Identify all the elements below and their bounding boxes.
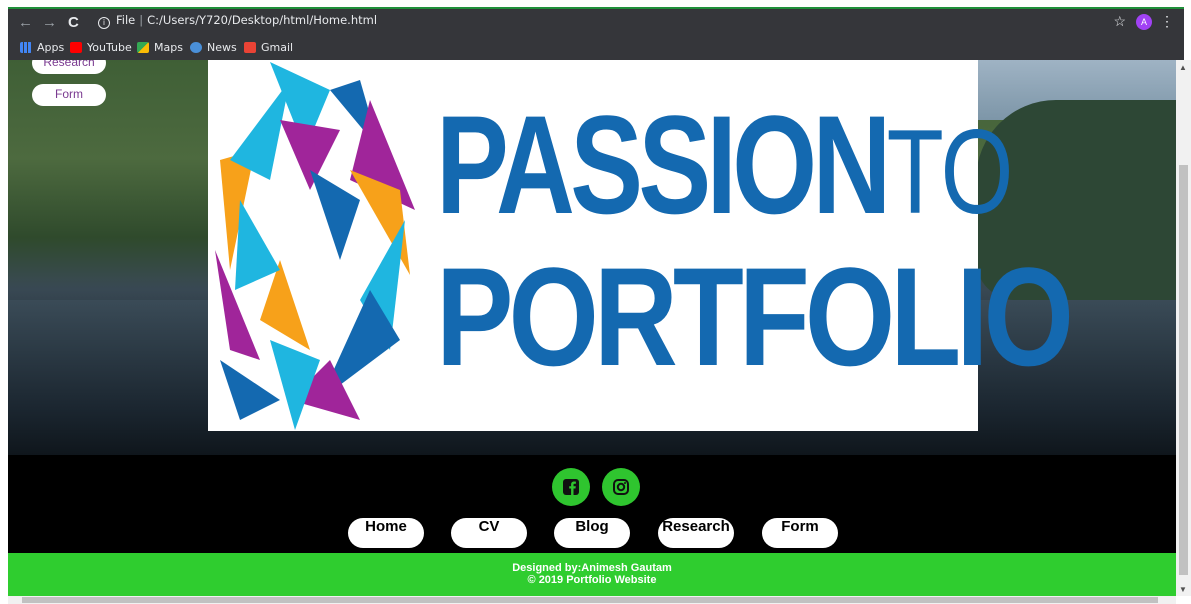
side-form-button[interactable]: Form [32,84,106,106]
bookmark-news[interactable]: News [190,41,237,54]
logo-to: TO [886,105,1014,239]
address-bar[interactable]: i File | C:/Users/Y720/Desktop/html/Home.ht… [98,13,377,29]
back-icon[interactable]: ← [18,14,33,31]
footer-nav-blog[interactable]: Blog [554,518,630,548]
bookmark-label: YouTube [87,41,132,54]
logo-banner: PASSIONTO PORTFOLIO [208,60,1074,431]
url-prefix: File [116,13,136,27]
footer-nav-cv[interactable]: CV [451,518,527,548]
vertical-scroll-thumb[interactable] [1179,165,1188,575]
footer-nav-section: Home CV Blog Research Form [8,455,1176,553]
vertical-scrollbar[interactable]: ▲ ▼ [1176,60,1191,596]
reload-icon[interactable]: C [68,14,79,31]
bookmark-youtube[interactable]: YouTube [70,41,132,54]
profile-avatar[interactable]: A [1136,14,1152,30]
instagram-button[interactable] [602,468,640,506]
news-icon [190,42,202,53]
designed-by-text: Designed by:Animesh Gautam [512,562,672,574]
hero-background: Research Form PASSIONTO PORTFOLIO [8,60,1176,455]
forward-icon[interactable]: → [42,14,57,31]
footer-credits: Designed by:Animesh Gautam © 2019 Portfo… [8,553,1176,596]
gmail-icon [244,42,256,53]
apps-grid-icon [20,42,32,53]
url-text: C:/Users/Y720/Desktop/html/Home.html [147,13,378,27]
maps-icon [137,42,149,53]
side-research-button[interactable]: Research [32,60,106,74]
bookmark-maps[interactable]: Maps [137,41,183,54]
logo-wordmark: PASSIONTO PORTFOLIO [436,90,1176,387]
bookmark-label: News [207,41,237,54]
page-viewport: Research Form PASSIONTO PORTFOLIO Home C… [8,60,1176,596]
footer-nav-research[interactable]: Research [658,518,734,548]
more-menu-icon[interactable]: ⋮ [1160,13,1174,30]
youtube-icon [70,42,82,53]
star-emblem-icon [215,62,415,430]
bookmark-star-icon[interactable]: ☆ [1113,13,1126,30]
logo-line-1: PASSIONTO [436,90,1031,247]
bookmark-gmail[interactable]: Gmail [244,41,293,54]
facebook-icon [563,479,579,495]
bookmark-apps[interactable]: Apps [20,41,64,54]
footer-nav-form[interactable]: Form [762,518,838,548]
horizontal-scroll-thumb[interactable] [22,597,1158,603]
scroll-down-arrow-icon[interactable]: ▼ [1179,585,1187,594]
browser-toolbar: ← → C i File | C:/Users/Y720/Desktop/html/H… [8,9,1184,36]
bookmarks-bar: Apps YouTube Maps News Gmail [8,36,1184,60]
bookmark-label: Gmail [261,41,294,54]
facebook-button[interactable] [552,468,590,506]
footer-nav-home[interactable]: Home [348,518,424,548]
horizontal-scrollbar[interactable] [8,596,1176,604]
copyright-text: © 2019 Portfolio Website [527,574,657,586]
instagram-icon [613,479,629,495]
logo-passion: PASSION [436,86,891,243]
info-icon[interactable]: i [98,17,110,29]
scroll-up-arrow-icon[interactable]: ▲ [1179,63,1187,72]
logo-line-2: PORTFOLIO [436,238,1074,395]
bookmark-label: Apps [37,41,65,54]
bookmark-label: Maps [154,41,183,54]
